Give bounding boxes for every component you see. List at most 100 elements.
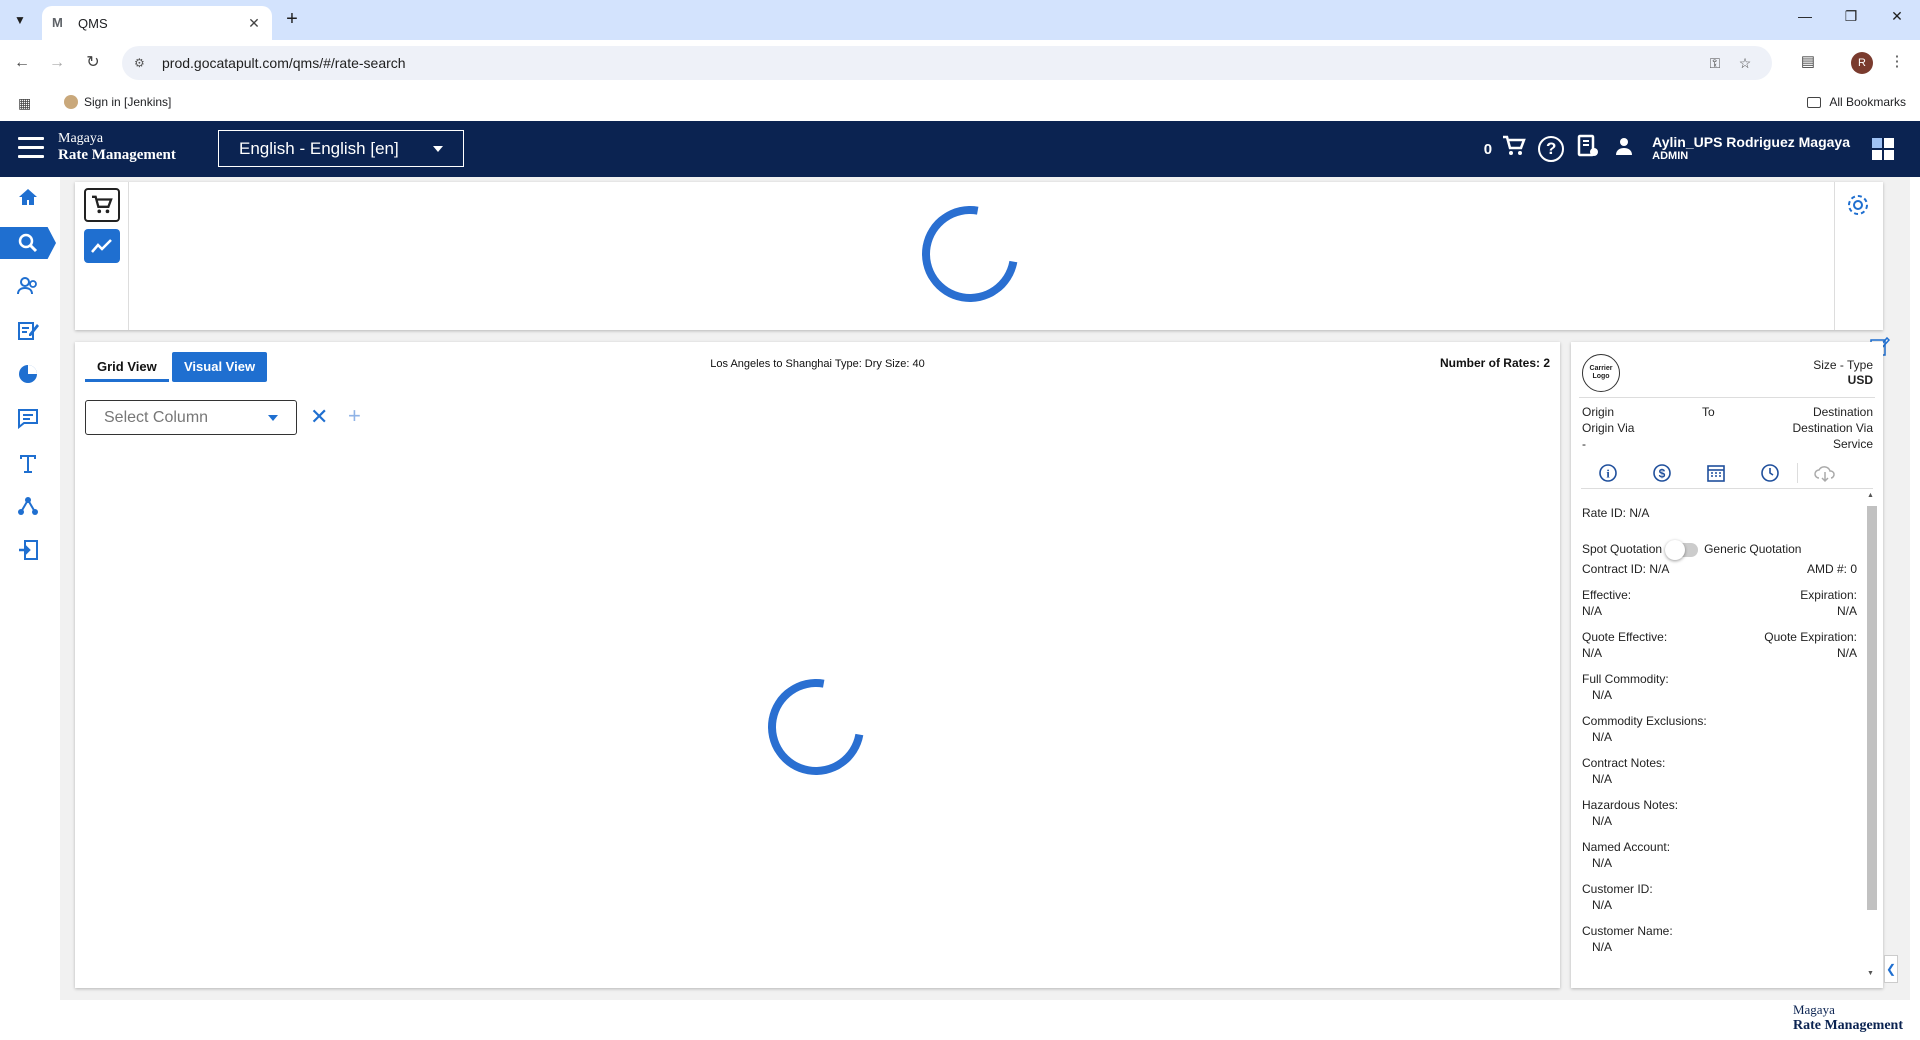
cart-icon[interactable] xyxy=(1496,135,1532,163)
quotation-toggle[interactable] xyxy=(1665,539,1699,560)
clear-filter-icon[interactable]: ✕ xyxy=(310,406,328,428)
url-text[interactable]: prod.gocatapult.com/qms/#/rate-search xyxy=(162,55,1700,71)
user-name: Aylin_UPS Rodriguez Magaya xyxy=(1652,134,1850,150)
jenkins-icon xyxy=(64,95,78,109)
bookmark-label: Sign in [Jenkins] xyxy=(84,95,172,109)
logout-icon xyxy=(19,540,38,560)
cart-button[interactable] xyxy=(84,188,120,222)
brand-logo[interactable]: Magaya Rate Management xyxy=(58,131,176,163)
dash-value: - xyxy=(1582,437,1586,451)
tab-favicon: M xyxy=(52,15,63,30)
info-icon: i xyxy=(1599,463,1617,482)
generic-quotation-label: Generic Quotation xyxy=(1704,542,1802,556)
language-select[interactable]: English - English [en] xyxy=(218,130,464,167)
pricing-button[interactable]: $ xyxy=(1635,463,1689,483)
amd-number: AMD #: 0 xyxy=(1806,562,1857,576)
scroll-thumb[interactable] xyxy=(1867,506,1877,910)
calendar-icon xyxy=(1707,464,1725,482)
detail-scrollbar[interactable]: ▲ ▼ xyxy=(1865,492,1877,977)
browser-menu-icon[interactable]: ⋮ xyxy=(1886,52,1908,70)
bookmark-star-icon[interactable]: ☆ xyxy=(1730,55,1760,72)
sidebar-item-users[interactable] xyxy=(0,270,56,302)
app-header: Magaya Rate Management English - English… xyxy=(0,121,1920,177)
tab-close-icon[interactable]: ✕ xyxy=(246,15,262,32)
help-icon[interactable]: ? xyxy=(1538,136,1565,162)
reload-icon[interactable]: ↻ xyxy=(83,53,103,73)
divider xyxy=(128,182,129,330)
collapse-panel-chevron-icon[interactable]: ❮ xyxy=(1884,955,1898,983)
app-switcher-icon[interactable] xyxy=(1872,138,1894,160)
user-icon[interactable] xyxy=(1606,136,1642,162)
browser-tab[interactable]: M QMS ✕ xyxy=(42,6,272,40)
sidebar-item-reports[interactable] xyxy=(0,358,56,390)
origin-via-label: Origin Via xyxy=(1582,421,1635,435)
effective-value: N/A xyxy=(1582,604,1603,618)
home-icon xyxy=(19,189,37,205)
sidebar-item-text[interactable] xyxy=(0,447,56,479)
field-hazardous-notes: Hazardous Notes: N/A xyxy=(1582,797,1857,829)
scroll-up-arrow-icon[interactable]: ▲ xyxy=(1867,492,1874,499)
destination-label: Destination xyxy=(1812,405,1873,419)
profile-avatar[interactable]: R xyxy=(1851,52,1873,74)
field-commodity-exclusions: Commodity Exclusions: N/A xyxy=(1582,713,1857,745)
clock-icon xyxy=(1761,463,1779,482)
sidebar-item-messages[interactable] xyxy=(0,402,56,434)
currency: USD xyxy=(1847,373,1873,387)
field-customer-name: Customer Name: N/A xyxy=(1582,923,1857,955)
field-named-account: Named Account: N/A xyxy=(1582,839,1857,871)
text-icon xyxy=(20,455,36,473)
quote-expiration-value: N/A xyxy=(1836,646,1857,660)
hamburger-menu-icon[interactable] xyxy=(18,137,44,159)
extensions-icon[interactable]: ▤ xyxy=(1797,52,1819,70)
notifications-icon[interactable] xyxy=(1570,134,1606,164)
detail-body: Rate ID: N/A Spot Quotation Generic Quota… xyxy=(1582,505,1857,965)
scroll-down-arrow-icon[interactable]: ▼ xyxy=(1867,970,1874,977)
field-value: N/A xyxy=(1592,772,1613,786)
all-bookmarks-button[interactable]: All Bookmarks xyxy=(1807,95,1906,109)
settings-gear-icon[interactable] xyxy=(1845,192,1871,218)
trend-button[interactable] xyxy=(84,229,120,263)
apps-grid-icon[interactable]: ▦ xyxy=(18,95,31,112)
calendar-button[interactable] xyxy=(1689,463,1743,483)
chevron-down-icon xyxy=(268,414,278,421)
trending-icon xyxy=(91,239,112,253)
bookmark-item[interactable]: Sign in [Jenkins] xyxy=(64,95,171,109)
restore-icon[interactable]: ❐ xyxy=(1836,8,1866,25)
sidebar-item-contracts[interactable] xyxy=(0,314,56,346)
language-value: English - English [en] xyxy=(239,138,399,158)
tab-search-chevron-icon[interactable]: ▼ xyxy=(8,8,32,32)
history-button[interactable] xyxy=(1743,463,1797,483)
field-label: Full Commodity: xyxy=(1582,672,1669,686)
add-filter-icon[interactable]: + xyxy=(348,405,361,427)
back-icon[interactable]: ← xyxy=(12,53,32,73)
search-icon xyxy=(18,233,38,253)
sidebar-item-search[interactable] xyxy=(0,227,56,259)
window-close-icon[interactable]: ✕ xyxy=(1882,8,1912,25)
select-column-dropdown[interactable]: Select Column xyxy=(85,400,297,435)
bookmarks-bar: ▦ Sign in [Jenkins] All Bookmarks xyxy=(0,86,1920,120)
site-info-icon[interactable]: ⚙ xyxy=(134,56,152,70)
user-info[interactable]: Aylin_UPS Rodriguez Magaya ADMIN xyxy=(1652,135,1850,163)
address-bar[interactable]: ⚙ prod.gocatapult.com/qms/#/rate-search … xyxy=(122,46,1772,80)
divider xyxy=(1834,182,1835,330)
sidebar-item-network[interactable] xyxy=(0,490,56,522)
minimize-icon[interactable]: — xyxy=(1790,8,1820,24)
download-button[interactable] xyxy=(1797,462,1851,483)
new-tab-button[interactable]: + xyxy=(282,9,302,30)
quote-effective-value: N/A xyxy=(1582,646,1603,660)
password-key-icon[interactable]: ⚿ xyxy=(1700,55,1730,72)
sidebar-item-home[interactable] xyxy=(0,181,56,213)
forward-icon[interactable]: → xyxy=(47,53,67,73)
quote-dates-row: Quote Effective: N/A Quote Expiration: N… xyxy=(1582,629,1857,661)
field-label: Hazardous Notes: xyxy=(1582,798,1679,812)
quotation-toggle-row: Spot Quotation Generic Quotation xyxy=(1582,539,1857,560)
route-info: Origin Destination To Origin Via Destina… xyxy=(1582,404,1873,452)
brand-line2: Rate Management xyxy=(58,147,176,163)
destination-via-label: Destination Via xyxy=(1792,421,1874,435)
field-label: Commodity Exclusions: xyxy=(1582,714,1707,728)
info-button[interactable]: i xyxy=(1581,463,1635,483)
to-label: To xyxy=(1702,405,1715,419)
sidebar-item-logout[interactable] xyxy=(0,534,56,566)
field-customer-id: Customer ID: N/A xyxy=(1582,881,1857,913)
field-value: N/A xyxy=(1592,940,1613,954)
